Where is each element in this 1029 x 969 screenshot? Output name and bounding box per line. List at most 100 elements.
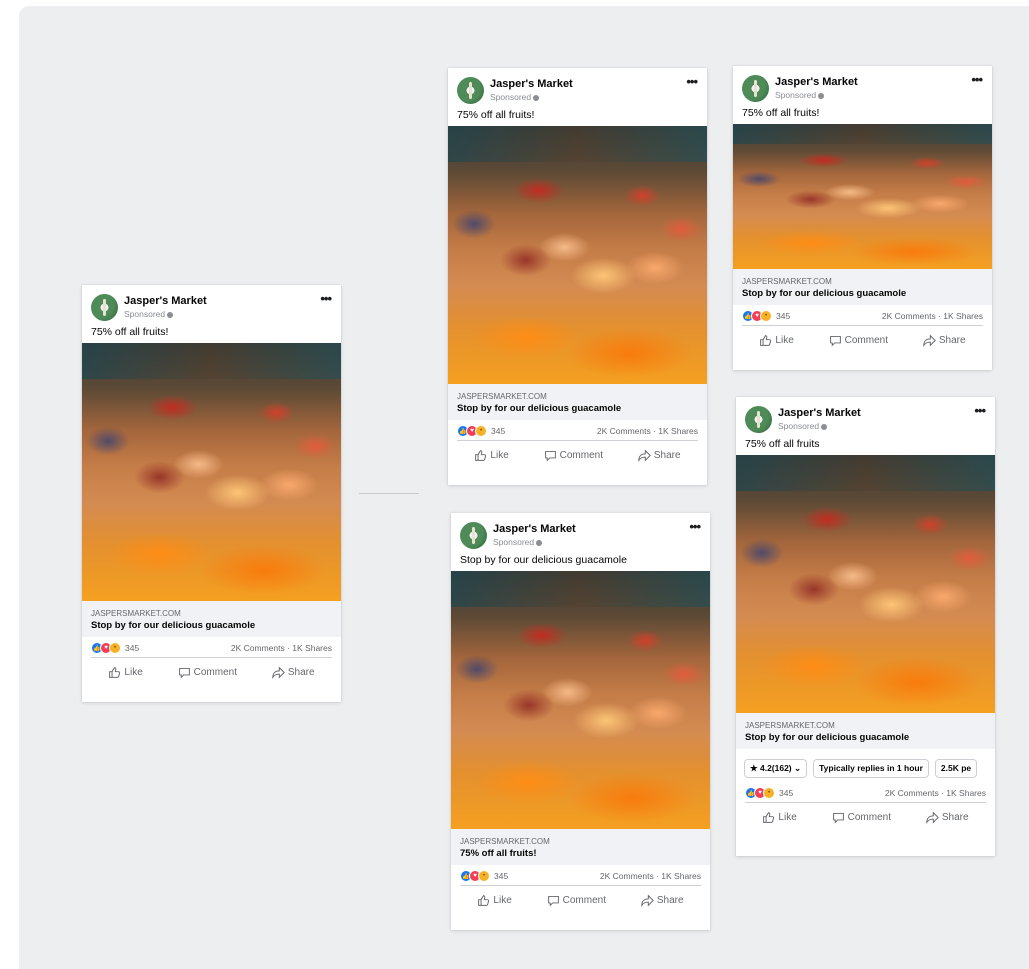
- link-headline: Stop by for our delicious guacamole: [457, 403, 622, 414]
- more-options-icon[interactable]: •••: [320, 291, 332, 306]
- more-options-icon[interactable]: •••: [974, 403, 986, 418]
- response-time-pill[interactable]: Typically replies in 1 hour: [813, 759, 929, 778]
- share-arrow-icon: [638, 448, 651, 462]
- link-headline: Stop by for our delicious guacamole: [91, 620, 256, 631]
- reactions-summary[interactable]: 👍 ♥ • 345: [460, 870, 508, 882]
- link-preview[interactable]: JASPERSMARKET.COM Stop by for our delici…: [733, 269, 992, 305]
- reaction-count: 345: [494, 871, 509, 881]
- reactions-summary[interactable]: 👍 ♥ • 345: [742, 310, 790, 322]
- like-button[interactable]: Like: [474, 449, 509, 462]
- comment-bubble-icon: [832, 812, 844, 824]
- link-domain: JASPERSMARKET.COM: [460, 837, 550, 846]
- globe-icon: [536, 539, 543, 546]
- like-button[interactable]: Like: [477, 894, 512, 907]
- sponsored-label: Sponsored: [493, 537, 543, 547]
- share-button[interactable]: Share: [272, 665, 315, 679]
- reaction-count: 345: [125, 643, 140, 653]
- more-options-icon[interactable]: •••: [971, 72, 983, 87]
- reactions-summary[interactable]: 👍 ♥ • 345: [745, 787, 793, 799]
- fruit-market-photo[interactable]: [448, 126, 707, 384]
- ad-post-variant-1: Jasper's Market Sponsored ••• 75% off al…: [448, 68, 707, 485]
- rating-pill[interactable]: ★ 4.2(162) ⌄: [744, 759, 808, 778]
- comments-shares-count[interactable]: 2K Comments · 1K Shares: [882, 311, 983, 321]
- wow-reaction-icon: •: [475, 425, 487, 437]
- comments-shares-count[interactable]: 2K Comments · 1K Shares: [231, 643, 332, 653]
- page-avatar[interactable]: [745, 406, 772, 433]
- fruit-market-photo[interactable]: [733, 124, 992, 269]
- share-button[interactable]: Share: [926, 810, 969, 824]
- post-text: 75% off all fruits!: [742, 107, 820, 119]
- comments-shares-count[interactable]: 2K Comments · 1K Shares: [597, 426, 698, 436]
- reactions-summary[interactable]: 👍 ♥ • 345: [457, 425, 505, 437]
- link-headline: Stop by for our delicious guacamole: [745, 732, 910, 743]
- comment-bubble-icon: [829, 335, 841, 347]
- page-name[interactable]: Jasper's Market: [778, 407, 861, 419]
- reaction-count: 345: [776, 311, 791, 321]
- page-avatar[interactable]: [742, 75, 769, 102]
- page-name[interactable]: Jasper's Market: [493, 523, 576, 535]
- ad-post-variant-3: Jasper's Market Sponsored ••• Stop by fo…: [451, 513, 710, 930]
- comments-shares-count[interactable]: 2K Comments · 1K Shares: [600, 871, 701, 881]
- share-button[interactable]: Share: [923, 333, 966, 347]
- thumbs-up-icon: [760, 334, 772, 346]
- fruit-market-photo[interactable]: [451, 571, 710, 829]
- sponsored-label: Sponsored: [124, 309, 174, 319]
- link-preview[interactable]: JASPERSMARKET.COM Stop by for our delici…: [448, 384, 707, 420]
- share-arrow-icon: [926, 810, 939, 824]
- comment-button[interactable]: Comment: [832, 811, 891, 824]
- thumbs-up-icon: [763, 811, 775, 823]
- link-preview[interactable]: JASPERSMARKET.COM Stop by for our delici…: [736, 713, 995, 749]
- link-preview[interactable]: JASPERSMARKET.COM Stop by for our delici…: [82, 601, 341, 637]
- thumbs-up-icon: [478, 894, 490, 906]
- post-stats: 👍 ♥ • 345 2K Comments · 1K Shares: [457, 420, 698, 440]
- reaction-count: 345: [779, 788, 794, 798]
- post-stats: 👍 ♥ • 345 2K Comments · 1K Shares: [91, 637, 332, 657]
- followers-pill[interactable]: 2.5K pe: [934, 759, 978, 778]
- action-bar: Like Comment Share: [460, 885, 701, 914]
- comment-button[interactable]: Comment: [547, 894, 606, 907]
- page-name[interactable]: Jasper's Market: [124, 295, 207, 307]
- comments-shares-count[interactable]: 2K Comments · 1K Shares: [885, 788, 986, 798]
- page-avatar[interactable]: [457, 77, 484, 104]
- page-name[interactable]: Jasper's Market: [775, 76, 858, 88]
- comment-bubble-icon: [547, 895, 559, 907]
- sponsored-label: Sponsored: [490, 92, 540, 102]
- sponsored-label: Sponsored: [775, 90, 825, 100]
- comment-bubble-icon: [178, 667, 190, 679]
- share-button[interactable]: Share: [638, 448, 681, 462]
- wow-reaction-icon: •: [478, 870, 490, 882]
- like-button[interactable]: Like: [762, 811, 797, 824]
- wow-reaction-icon: •: [760, 310, 772, 322]
- link-domain: JASPERSMARKET.COM: [742, 277, 832, 286]
- fruit-market-photo[interactable]: [82, 343, 341, 601]
- link-domain: JASPERSMARKET.COM: [457, 392, 547, 401]
- share-arrow-icon: [641, 893, 654, 907]
- page-avatar[interactable]: [91, 294, 118, 321]
- fruit-market-photo[interactable]: [736, 455, 995, 713]
- ad-post-variant-2: Jasper's Market Sponsored ••• 75% off al…: [733, 66, 992, 370]
- thumbs-up-icon: [475, 449, 487, 461]
- reaction-count: 345: [491, 426, 506, 436]
- globe-icon: [821, 423, 828, 430]
- connector-line: [359, 493, 419, 494]
- more-options-icon[interactable]: •••: [689, 519, 701, 534]
- like-button[interactable]: Like: [759, 334, 794, 347]
- comment-button[interactable]: Comment: [829, 334, 888, 347]
- post-header: Jasper's Market Sponsored •••: [82, 285, 341, 323]
- more-options-icon[interactable]: •••: [686, 74, 698, 89]
- post-text: Stop by for our delicious guacamole: [460, 554, 627, 566]
- link-headline: 75% off all fruits!: [460, 848, 537, 859]
- comment-button[interactable]: Comment: [544, 449, 603, 462]
- share-button[interactable]: Share: [641, 893, 684, 907]
- like-button[interactable]: Like: [108, 666, 143, 679]
- page-avatar[interactable]: [460, 522, 487, 549]
- comment-button[interactable]: Comment: [178, 666, 237, 679]
- link-preview[interactable]: JASPERSMARKET.COM 75% off all fruits!: [451, 829, 710, 865]
- page-name[interactable]: Jasper's Market: [490, 78, 573, 90]
- reactions-summary[interactable]: 👍 ♥ • 345: [91, 642, 139, 654]
- share-arrow-icon: [923, 333, 936, 347]
- post-header: Jasper's Market Sponsored •••: [448, 68, 707, 106]
- post-header: Jasper's Market Sponsored •••: [736, 397, 995, 435]
- post-text: 75% off all fruits!: [91, 326, 169, 338]
- action-bar: Like Comment Share: [457, 440, 698, 469]
